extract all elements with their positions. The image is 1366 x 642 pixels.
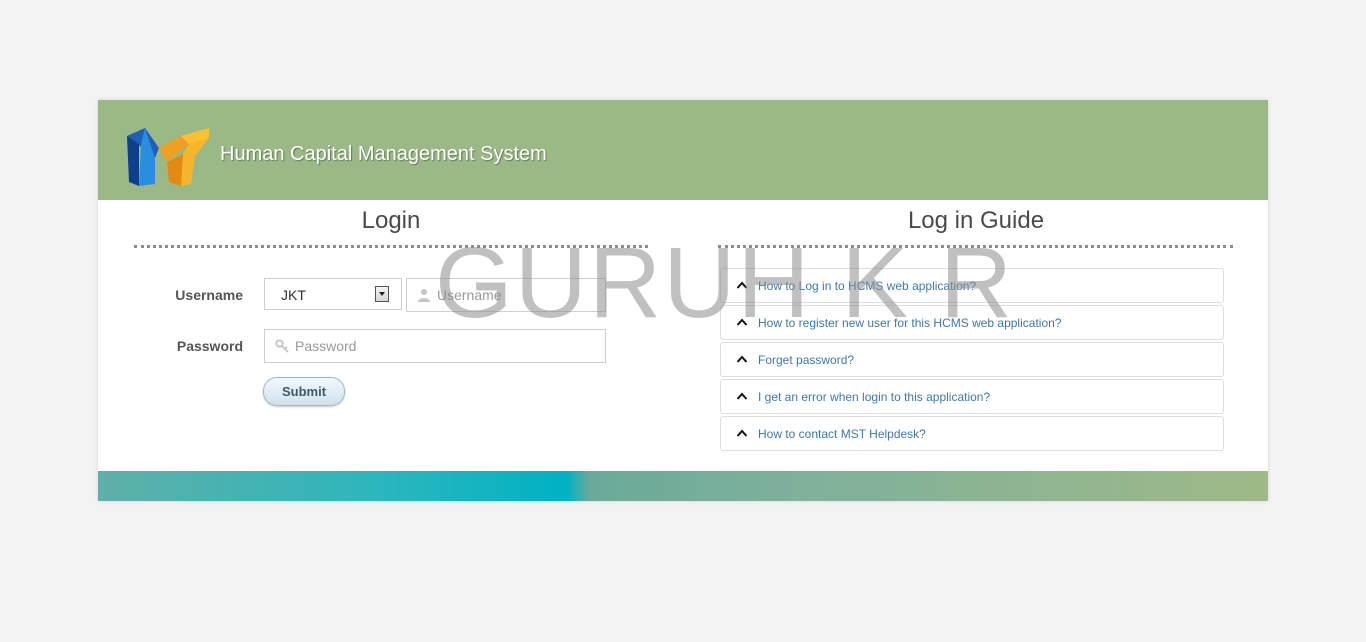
password-input[interactable]	[295, 330, 599, 362]
guide-heading: Log in Guide	[907, 207, 1045, 234]
location-select-value: JKT	[281, 287, 306, 303]
login-card: Human Capital Management System Login Lo…	[98, 100, 1268, 501]
chevron-up-icon	[736, 429, 748, 437]
chevron-down-icon[interactable]	[375, 286, 389, 302]
guide-divider	[718, 245, 1233, 248]
footer-band	[98, 471, 1268, 501]
guide-item-label[interactable]: I get an error when login to this applic…	[758, 390, 990, 404]
guide-item-label[interactable]: How to Log in to HCMS web application?	[758, 279, 976, 293]
guide-item[interactable]: I get an error when login to this applic…	[720, 379, 1224, 414]
username-field[interactable]	[406, 278, 606, 312]
guide-item[interactable]: How to register new user for this HCMS w…	[720, 305, 1224, 340]
password-field[interactable]	[264, 329, 606, 363]
guide-item[interactable]: How to contact MST Helpdesk?	[720, 416, 1224, 451]
login-heading: Login	[361, 207, 421, 234]
app-title: Human Capital Management System	[220, 143, 547, 165]
password-label: Password	[176, 338, 243, 354]
guide-item[interactable]: Forget password?	[720, 342, 1224, 377]
chevron-up-icon	[736, 281, 748, 289]
guide-item-label[interactable]: Forget password?	[758, 353, 854, 367]
guide-item-label[interactable]: How to contact MST Helpdesk?	[758, 427, 926, 441]
username-label: Username	[175, 287, 243, 303]
login-divider	[134, 245, 648, 248]
chevron-up-icon	[736, 392, 748, 400]
username-input[interactable]	[437, 279, 599, 311]
chevron-up-icon	[736, 318, 748, 326]
chevron-up-icon	[736, 355, 748, 363]
guide-list: How to Log in to HCMS web application? H…	[720, 268, 1224, 453]
submit-button[interactable]: Submit	[263, 377, 345, 406]
header-bar: Human Capital Management System	[98, 100, 1268, 200]
location-select[interactable]: JKT	[264, 278, 402, 310]
user-icon	[418, 289, 430, 302]
guide-item[interactable]: How to Log in to HCMS web application?	[720, 268, 1224, 303]
hcms-logo	[127, 128, 209, 186]
guide-item-label[interactable]: How to register new user for this HCMS w…	[758, 316, 1061, 330]
key-icon	[275, 339, 289, 353]
